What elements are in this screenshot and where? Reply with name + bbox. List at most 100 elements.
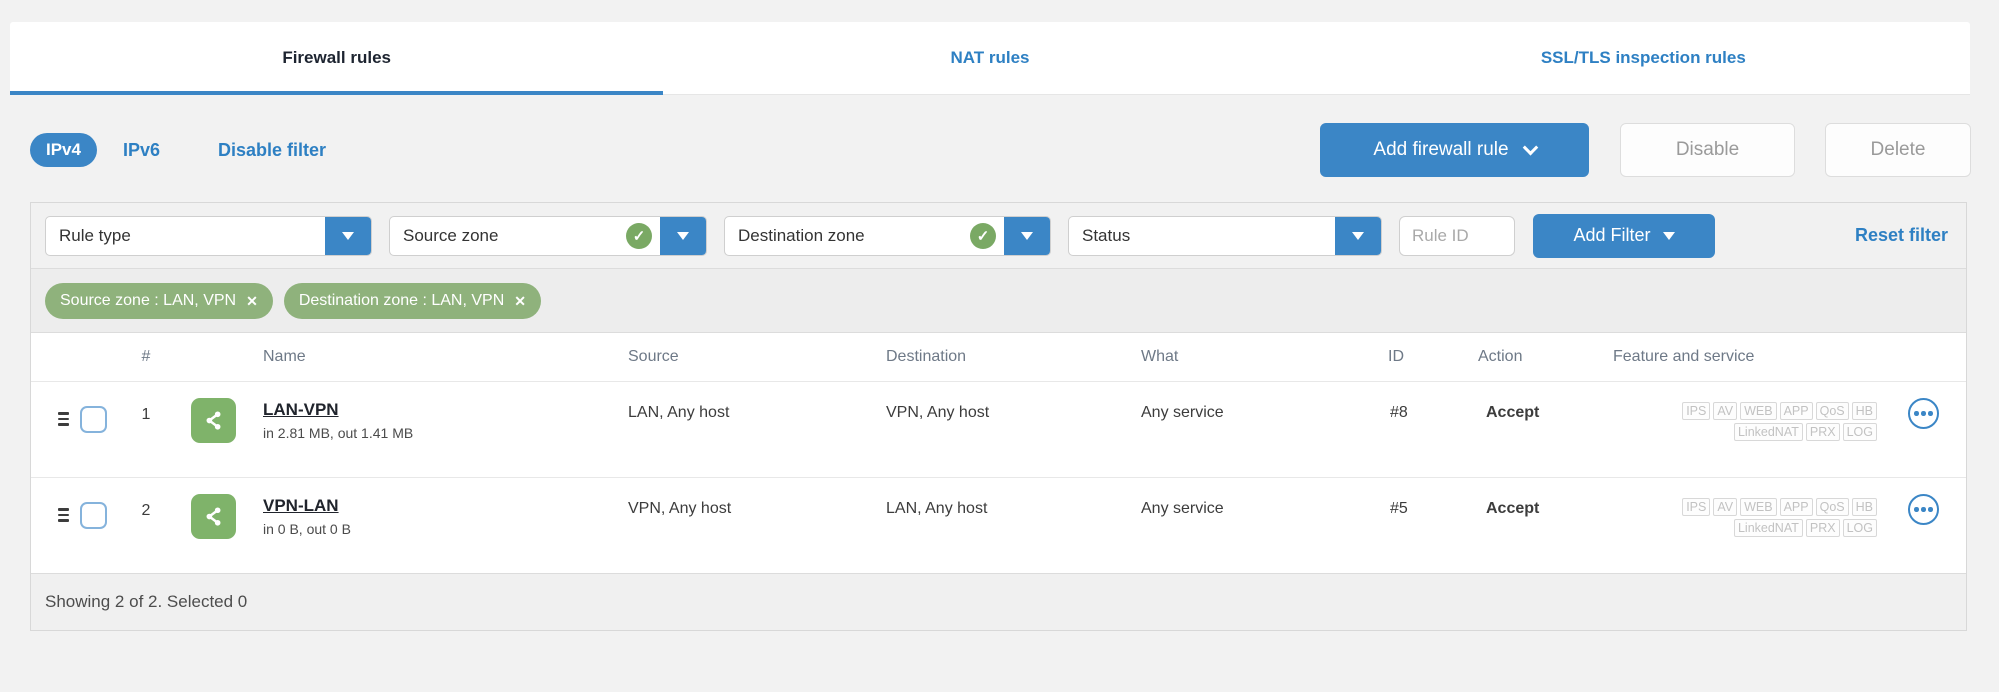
table-footer: Showing 2 of 2. Selected 0: [31, 573, 1966, 630]
add-filter-label: Add Filter: [1573, 225, 1651, 245]
chip-label: Source zone : LAN, VPN: [60, 291, 237, 309]
disable-filter-link[interactable]: Disable filter: [218, 140, 326, 161]
feature-badge: QoS: [1815, 498, 1849, 516]
drag-handle-icon[interactable]: [58, 508, 69, 522]
feature-badge: LOG: [1842, 519, 1877, 537]
rule-type-tabbar: Firewall rules NAT rules SSL/TLS inspect…: [10, 22, 1970, 95]
rule-action: Accept: [1486, 404, 1540, 421]
feature-badge: WEB: [1740, 498, 1777, 516]
active-tab-underline: [10, 91, 664, 95]
filter-chip-destination-zone: Destination zone : LAN, VPN ✕: [283, 282, 541, 319]
dropdown-button[interactable]: [325, 216, 371, 255]
tab-label: SSL/TLS inspection rules: [1540, 48, 1746, 67]
dropdown-button[interactable]: [660, 216, 706, 255]
dropdown-button[interactable]: [1004, 216, 1050, 255]
row-number: 1: [141, 406, 151, 423]
feature-badge: LinkedNAT: [1733, 423, 1803, 441]
feature-badge: LOG: [1842, 423, 1877, 441]
caret-down-icon: [1021, 231, 1033, 240]
feature-badge: WEB: [1740, 402, 1777, 420]
tab-label: NAT rules: [950, 48, 1030, 67]
disable-button[interactable]: Disable: [1620, 123, 1795, 177]
add-filter-button[interactable]: Add Filter: [1533, 213, 1715, 258]
filter-bar: Rule type Source zone ✓ Destination zone…: [31, 203, 1966, 269]
feature-badge: LinkedNAT: [1733, 519, 1803, 537]
feature-badge: HB: [1851, 402, 1877, 420]
status-select[interactable]: Status: [1068, 215, 1382, 256]
feature-badge: QoS: [1815, 402, 1849, 420]
col-header-source: Source: [628, 348, 679, 365]
rule-id-input[interactable]: [1399, 215, 1515, 256]
rule-id: #5: [1390, 500, 1408, 517]
tab-firewall-rules[interactable]: Firewall rules: [10, 22, 664, 95]
col-header-feature: Feature and service: [1613, 348, 1755, 365]
row-menu-ellipsis-icon[interactable]: [1908, 398, 1939, 429]
rule-traffic-stats: in 2.81 MB, out 1.41 MB: [263, 425, 414, 441]
active-filter-chips: Source zone : LAN, VPN ✕ Destination zon…: [31, 269, 1966, 333]
rule-action: Accept: [1486, 500, 1540, 517]
rule-name-link[interactable]: LAN-VPN: [263, 400, 339, 420]
feature-badges: IPS AV WEB APP QoS HB LinkedNAT PRX LOG: [1611, 498, 1877, 537]
add-firewall-rule-button[interactable]: Add firewall rule: [1320, 123, 1589, 177]
caret-down-icon: [342, 231, 354, 240]
add-firewall-rule-label: Add firewall rule: [1373, 139, 1509, 160]
row-checkbox[interactable]: [79, 502, 107, 529]
row-number: 2: [141, 502, 151, 519]
dropdown-button[interactable]: [1335, 216, 1381, 255]
ipv4-label: IPv4: [46, 140, 81, 159]
col-header-what: What: [1141, 348, 1179, 365]
reset-filter-link[interactable]: Reset filter: [1855, 225, 1948, 246]
col-header-number: #: [141, 348, 151, 365]
rule-id: #8: [1390, 404, 1408, 421]
filter-applied-check-icon: ✓: [970, 222, 996, 249]
rule-source: LAN, Any host: [628, 404, 730, 421]
drag-handle-icon[interactable]: [58, 412, 69, 426]
ipv4-toggle[interactable]: IPv4: [30, 133, 97, 167]
select-label: Rule type: [59, 225, 131, 245]
col-header-destination: Destination: [886, 348, 967, 365]
rule-what: Any service: [1141, 500, 1224, 517]
rule-name-link[interactable]: VPN-LAN: [263, 496, 339, 516]
rule-type-select[interactable]: Rule type: [45, 215, 372, 256]
feature-badge: PRX: [1805, 519, 1840, 537]
tab-ssl-tls-inspection-rules[interactable]: SSL/TLS inspection rules: [1317, 22, 1970, 94]
table-header-row: # Name Source Destination What ID Action…: [31, 333, 1966, 381]
feature-badge: IPS: [1682, 498, 1711, 516]
delete-button[interactable]: Delete: [1825, 123, 1971, 177]
network-rule-share-icon: [190, 494, 236, 539]
rule-source: VPN, Any host: [628, 500, 732, 517]
tab-nat-rules[interactable]: NAT rules: [663, 22, 1316, 94]
network-rule-share-icon: [190, 398, 236, 443]
filter-chip-source-zone: Source zone : LAN, VPN ✕: [45, 282, 273, 319]
row-menu-ellipsis-icon[interactable]: [1908, 494, 1939, 525]
chevron-down-icon: [1522, 139, 1538, 155]
rule-traffic-stats: in 0 B, out 0 B: [263, 521, 351, 537]
caret-down-icon: [677, 231, 689, 240]
col-header-id: ID: [1388, 348, 1404, 365]
chip-label: Destination zone : LAN, VPN: [298, 291, 505, 309]
source-zone-select[interactable]: Source zone ✓: [389, 215, 707, 256]
rule-destination: VPN, Any host: [886, 404, 990, 421]
table-row: 2 VPN-LAN in 0 B, out 0 B VPN, Any host …: [31, 477, 1966, 573]
remove-chip-icon[interactable]: ✕: [514, 294, 526, 308]
col-header-action: Action: [1478, 348, 1523, 365]
row-count-summary: Showing 2 of 2. Selected 0: [45, 592, 248, 611]
select-label: Status: [1082, 225, 1131, 245]
select-label: Destination zone: [738, 225, 865, 245]
rule-what: Any service: [1141, 404, 1224, 421]
caret-down-icon: [1352, 231, 1364, 240]
firewall-rules-panel: Rule type Source zone ✓ Destination zone…: [30, 202, 1967, 631]
tab-label: Firewall rules: [282, 48, 391, 67]
remove-chip-icon[interactable]: ✕: [246, 294, 258, 308]
rule-destination: LAN, Any host: [886, 500, 988, 517]
feature-badge: IPS: [1682, 402, 1711, 420]
ipv6-toggle[interactable]: IPv6: [123, 140, 160, 161]
select-label: Source zone: [403, 225, 499, 245]
feature-badge: HB: [1851, 498, 1877, 516]
feature-badge: PRX: [1805, 423, 1840, 441]
feature-badge: AV: [1713, 402, 1738, 420]
destination-zone-select[interactable]: Destination zone ✓: [724, 215, 1051, 256]
feature-badge: AV: [1713, 498, 1738, 516]
row-checkbox[interactable]: [79, 406, 107, 433]
col-header-name: Name: [263, 348, 306, 365]
